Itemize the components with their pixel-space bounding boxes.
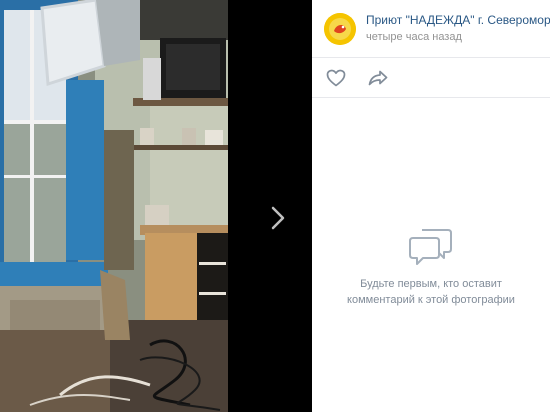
comments-empty-text: Будьте первым, кто оставит комментарий к… [347, 278, 515, 306]
share-arrow-icon [368, 70, 388, 85]
photo-area [0, 0, 312, 412]
photo-viewer: Приют "НАДЕЖДА" г. Североморск четыре ча… [0, 0, 550, 412]
like-button[interactable] [324, 66, 348, 90]
next-photo-button[interactable] [262, 200, 294, 236]
photo-sidebar: Приют "НАДЕЖДА" г. Североморск четыре ча… [312, 0, 550, 412]
post-photo[interactable] [0, 0, 228, 412]
post-time[interactable]: четыре часа назад [366, 30, 550, 45]
comments-empty-state: Будьте первым, кто оставит комментарий к… [312, 226, 550, 308]
author-avatar[interactable] [324, 12, 356, 45]
author-name[interactable]: Приют "НАДЕЖДА" г. Североморск [366, 13, 550, 28]
post-actions [312, 58, 550, 98]
share-button[interactable] [366, 66, 390, 90]
post-header: Приют "НАДЕЖДА" г. Североморск четыре ча… [312, 0, 550, 58]
shelter-logo-icon [324, 12, 356, 45]
photo-image [0, 0, 228, 412]
chevron-right-icon [271, 206, 285, 230]
heart-icon [326, 69, 346, 86]
comment-bubbles-icon [409, 229, 452, 265]
